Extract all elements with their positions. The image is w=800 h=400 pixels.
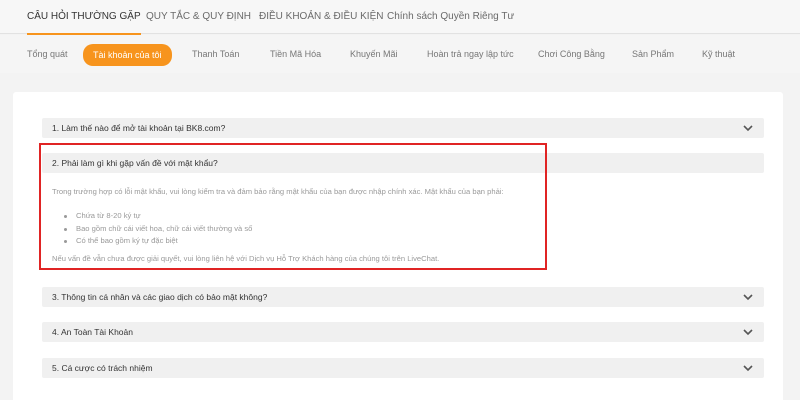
tab-terms[interactable]: ĐIỀU KHOẢN & ĐIỀU KIỆN <box>259 0 383 34</box>
chevron-down-icon <box>742 326 754 338</box>
category-products[interactable]: Sản Phẩm <box>632 45 674 64</box>
tab-privacy-policy[interactable]: Chính sách Quyền Riêng Tư <box>387 0 514 34</box>
category-technical[interactable]: Kỹ thuật <box>702 45 735 64</box>
faq-question: 3. Thông tin cá nhân và các giao dịch có… <box>52 292 268 302</box>
faq-question: 5. Cá cược có trách nhiệm <box>52 363 153 373</box>
faq-item-4[interactable]: 4. An Toàn Tài Khoản <box>42 322 764 342</box>
chevron-down-icon <box>742 122 754 134</box>
category-crypto[interactable]: Tiền Mã Hóa <box>270 45 321 64</box>
tab-faq[interactable]: CÂU HỎI THƯỜNG GẶP <box>27 0 141 35</box>
tab-rules[interactable]: QUY TẮC & QUY ĐỊNH <box>146 0 251 34</box>
faq-item-2[interactable]: 2. Phải làm gì khi gặp vấn đề với mật kh… <box>42 153 764 173</box>
category-instant-rebate[interactable]: Hoàn trả ngay lập tức <box>427 45 514 64</box>
list-item: Có thể bao gồm ký tự đặc biệt <box>62 235 252 248</box>
list-item: Bao gồm chữ cái viết hoa, chữ cái viết t… <box>62 223 252 236</box>
faq-item-1[interactable]: 1. Làm thế nào để mở tài khoản tại BK8.c… <box>42 118 764 138</box>
top-tab-bar: CÂU HỎI THƯỜNG GẶP QUY TẮC & QUY ĐỊNH ĐI… <box>0 0 800 35</box>
category-general[interactable]: Tổng quát <box>27 45 68 64</box>
category-payment[interactable]: Thanh Toán <box>192 45 239 64</box>
category-my-account[interactable]: Tài khoản của tôi <box>83 44 172 66</box>
faq-question: 1. Làm thế nào để mở tài khoản tại BK8.c… <box>52 123 226 133</box>
chevron-down-icon <box>742 291 754 303</box>
faq-question: 2. Phải làm gì khi gặp vấn đề với mật kh… <box>52 158 218 168</box>
list-item: Chứa từ 8-20 ký tự <box>62 210 252 223</box>
category-fair-play[interactable]: Chơi Công Bằng <box>538 45 605 64</box>
faq-question: 4. An Toàn Tài Khoản <box>52 327 133 337</box>
faq-answer-outro: Nếu vấn đề vẫn chưa được giải quyết, vui… <box>52 254 440 263</box>
faq-item-5[interactable]: 5. Cá cược có trách nhiệm <box>42 358 764 378</box>
password-requirements-list: Chứa từ 8-20 ký tự Bao gồm chữ cái viết … <box>62 210 252 248</box>
category-promotions[interactable]: Khuyến Mãi <box>350 45 398 64</box>
faq-item-3[interactable]: 3. Thông tin cá nhân và các giao dịch có… <box>42 287 764 307</box>
faq-answer-intro: Trong trường hợp có lỗi mật khẩu, vui lò… <box>52 187 504 196</box>
category-tab-bar: Tổng quát Tài khoản của tôi Thanh Toán T… <box>0 35 800 73</box>
chevron-down-icon <box>742 362 754 374</box>
